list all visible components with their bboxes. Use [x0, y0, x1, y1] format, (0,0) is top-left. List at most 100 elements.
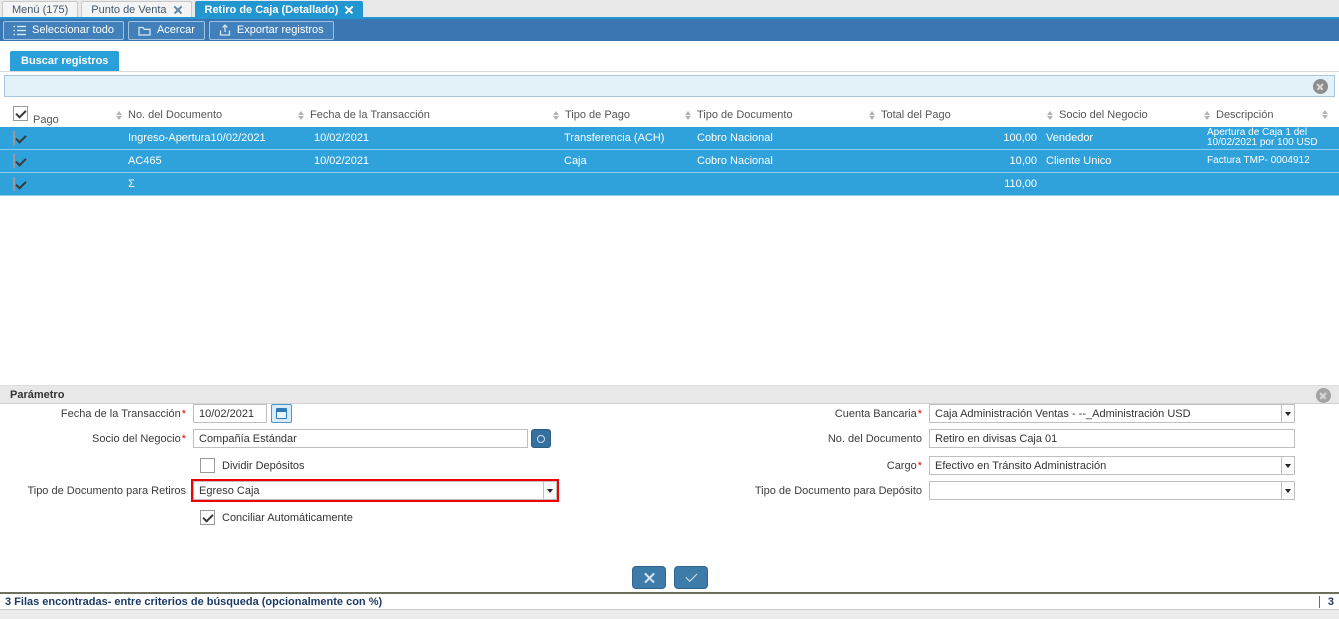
- field-row-cargo: Cargo* Efectivo en Tránsito Administraci…: [600, 456, 1295, 475]
- cargo-combo[interactable]: Efectivo en Tránsito Administración: [929, 456, 1295, 475]
- conciliar-checkbox[interactable]: [200, 510, 215, 525]
- sort-icon: [552, 110, 559, 120]
- cell-fecha: 10/02/2021: [314, 155, 370, 167]
- table-header: Pago No. del Documento Fecha de la Trans…: [0, 103, 1339, 127]
- socio-negocio-field[interactable]: Compañía Estándar: [193, 429, 528, 448]
- fecha-value: 10/02/2021: [199, 407, 255, 420]
- field-row-cuenta: Cuenta Bancaria* Caja Administración Ven…: [600, 404, 1295, 423]
- column-header-tipo-pago[interactable]: Tipo de Pago: [545, 103, 678, 127]
- close-icon[interactable]: [174, 6, 182, 14]
- tab-menu-label: Menú (175): [12, 3, 69, 16]
- collapse-panel-icon[interactable]: [1316, 388, 1331, 403]
- clear-search-icon[interactable]: [1313, 79, 1328, 94]
- column-label: Descripción: [1216, 109, 1274, 121]
- cell-documento: AC465: [128, 155, 162, 167]
- column-header-fecha[interactable]: Fecha de la Transacción: [290, 103, 545, 127]
- cuenta-bancaria-combo[interactable]: Caja Administración Ventas - --_Administ…: [929, 404, 1295, 423]
- tipo-deposito-value: [930, 482, 1281, 499]
- field-row-tipo-deposito: Tipo de Documento para Depósito: [600, 481, 1295, 500]
- export-records-label: Exportar registros: [236, 24, 324, 36]
- column-header-tipo-documento[interactable]: Tipo de Documento: [678, 103, 862, 127]
- zoom-button[interactable]: Acercar: [127, 20, 205, 40]
- combo-arrow-button[interactable]: [1281, 405, 1294, 422]
- column-label: Socio del Negocio: [1059, 109, 1148, 121]
- sort-icon: [1203, 110, 1210, 120]
- column-header-documento[interactable]: No. del Documento: [110, 103, 290, 127]
- cell-tipo-documento: Cobro Nacional: [697, 155, 773, 167]
- column-label: Fecha de la Transacción: [310, 109, 430, 121]
- bottom-strip: [0, 609, 1339, 619]
- tab-retiro-de-caja[interactable]: Retiro de Caja (Detallado): [194, 1, 364, 17]
- tab-punto-de-venta[interactable]: Punto de Venta: [81, 1, 192, 17]
- select-all-label: Seleccionar todo: [32, 24, 114, 36]
- table-row[interactable]: AC465 10/02/2021 Caja Cobro Nacional 10,…: [0, 150, 1339, 173]
- combo-arrow-button[interactable]: [1281, 457, 1294, 474]
- sort-icon: [684, 110, 691, 120]
- conciliar-label: Conciliar Automáticamente: [222, 511, 353, 524]
- cell-total: 100,00: [1003, 132, 1037, 144]
- status-bar: 3 Filas encontradas- entre criterios de …: [0, 592, 1339, 609]
- sort-icon: [297, 110, 304, 120]
- column-label: Tipo de Documento: [697, 109, 793, 121]
- zoom-label: Acercar: [156, 24, 195, 36]
- field-row-no-doc: No. del Documento Retiro en divisas Caja…: [600, 429, 1295, 448]
- combo-arrow-button[interactable]: [543, 482, 556, 499]
- column-header-socio[interactable]: Socio del Negocio: [1040, 103, 1198, 127]
- calendar-button[interactable]: [271, 404, 292, 423]
- required-asterisk: *: [181, 407, 186, 420]
- tipo-retiros-value: Egreso Caja: [199, 484, 260, 497]
- tipo-documento-deposito-combo[interactable]: [929, 481, 1295, 500]
- field-row-socio: Socio del Negocio* Compañía Estándar: [0, 429, 551, 448]
- tipo-deposito-label: Tipo de Documento para Depósito: [754, 484, 922, 497]
- dividir-depositos-checkbox[interactable]: [200, 458, 215, 473]
- fecha-transaccion-field[interactable]: 10/02/2021: [193, 404, 267, 423]
- chevron-down-icon: [547, 488, 553, 493]
- highlighted-field-outline: Egreso Caja: [191, 479, 559, 502]
- column-header-total[interactable]: Total del Pago: [862, 103, 1040, 127]
- cargo-label: Cargo*: [886, 459, 922, 472]
- select-all-rows-checkbox[interactable]: [13, 106, 28, 121]
- column-header-descripcion[interactable]: Descripción: [1198, 103, 1339, 127]
- cell-tipo-pago: Transferencia (ACH): [564, 132, 665, 144]
- field-row-tipo-retiro: Tipo de Documento para Retiros Egreso Ca…: [0, 479, 559, 502]
- field-row-fecha: Fecha de la Transacción* 10/02/2021: [0, 404, 292, 423]
- close-icon[interactable]: [345, 6, 353, 14]
- tab-menu[interactable]: Menú (175): [2, 1, 79, 17]
- tab-buscar-registros[interactable]: Buscar registros: [10, 51, 120, 71]
- row-checkbox[interactable]: [13, 131, 15, 145]
- search-input[interactable]: [4, 75, 1335, 97]
- confirm-button[interactable]: [673, 566, 708, 589]
- tipo-documento-retiros-combo[interactable]: Egreso Caja: [193, 481, 557, 500]
- column-header-pago[interactable]: Pago: [0, 103, 110, 127]
- sort-icon: [1321, 110, 1328, 119]
- export-records-button[interactable]: Exportar registros: [208, 20, 334, 40]
- cell-total: 10,00: [1009, 155, 1037, 167]
- table-row-sum[interactable]: Σ 110,00: [0, 173, 1339, 196]
- cargo-value: Efectivo en Tránsito Administración: [935, 459, 1107, 472]
- select-all-button[interactable]: Seleccionar todo: [3, 20, 124, 40]
- sort-icon: [1046, 110, 1053, 120]
- export-icon: [219, 24, 231, 36]
- cancel-button[interactable]: [631, 566, 666, 589]
- lookup-icon: [537, 434, 545, 443]
- column-label: Tipo de Pago: [565, 109, 631, 121]
- cuenta-bancaria-value: Caja Administración Ventas - --_Administ…: [935, 407, 1191, 420]
- cell-fecha: 10/02/2021: [314, 132, 370, 144]
- status-message: 3 Filas encontradas- entre criterios de …: [5, 595, 383, 608]
- combo-arrow-button[interactable]: [1281, 482, 1294, 499]
- record-lookup-button[interactable]: [531, 429, 551, 448]
- table-row[interactable]: Ingreso-Apertura10/02/2021 10/02/2021 Tr…: [0, 127, 1339, 150]
- row-checkbox[interactable]: [13, 154, 15, 168]
- table-body: Ingreso-Apertura10/02/2021 10/02/2021 Tr…: [0, 127, 1339, 196]
- required-asterisk: *: [917, 407, 922, 420]
- cuenta-bancaria-label: Cuenta Bancaria*: [834, 407, 922, 420]
- cell-socio: Vendedor: [1046, 132, 1094, 144]
- row-checkbox[interactable]: [13, 177, 15, 191]
- cell-tipo-documento: Cobro Nacional: [697, 132, 773, 144]
- cell-documento: Σ: [128, 178, 135, 190]
- no-documento-field[interactable]: Retiro en divisas Caja 01: [929, 429, 1295, 448]
- list-icon: [13, 25, 26, 35]
- cell-tipo-pago: Caja: [564, 155, 587, 167]
- parameter-panel-header: Parámetro: [0, 385, 1339, 404]
- row-count-wrap: 3: [1318, 595, 1334, 608]
